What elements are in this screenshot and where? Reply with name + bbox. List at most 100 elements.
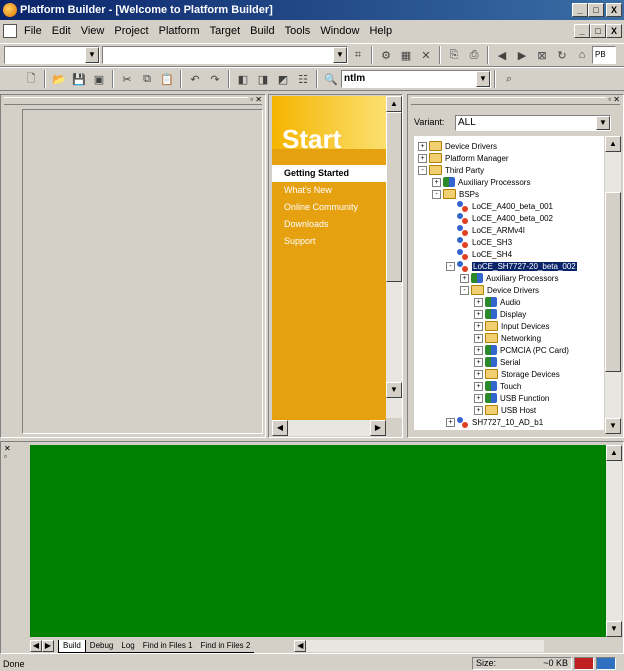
tree-node[interactable]: LoCE_A400_beta_002 <box>446 212 553 224</box>
scroll-right-button[interactable]: ▶ <box>370 420 386 436</box>
expand-icon[interactable]: + <box>446 417 455 427</box>
start-link-getting-started[interactable]: Getting Started <box>272 165 386 182</box>
expand-icon[interactable]: + <box>474 345 483 355</box>
tree-node[interactable]: + Serial <box>474 356 520 368</box>
tab-log[interactable]: Log <box>117 640 139 653</box>
build-icon[interactable]: ⌗ <box>349 46 367 64</box>
output-hscrollbar[interactable]: ◀ <box>294 640 545 652</box>
start-hscrollbar[interactable]: ◀ ▶ <box>272 420 386 436</box>
output-scroll-left-button[interactable]: ◀ <box>294 640 307 652</box>
mdi-close-button[interactable]: X <box>606 24 622 38</box>
tree-node[interactable]: + Audio <box>474 296 520 308</box>
menu-project[interactable]: Project <box>109 25 153 37</box>
open-folder-icon[interactable]: 📂 <box>50 70 68 88</box>
pb-combo[interactable]: PB De <box>592 46 616 64</box>
menu-view[interactable]: View <box>76 25 110 37</box>
expand-icon[interactable]: + <box>474 393 483 403</box>
minimize-button[interactable]: _ <box>572 3 588 17</box>
catalog-pane-controls[interactable]: ▫ ✕ <box>606 95 620 104</box>
configuration-combo[interactable]: ▼ <box>4 46 100 64</box>
document-icon[interactable] <box>3 24 17 38</box>
tree-node[interactable]: + Touch <box>474 380 521 392</box>
tab-find-in-files-1[interactable]: Find in Files 1 <box>138 640 197 653</box>
tree-node[interactable]: - Third Party <box>418 164 484 176</box>
tree-node[interactable]: - LoCE_SH7727-20_beta_002 <box>446 260 577 272</box>
expand-icon[interactable]: + <box>474 321 483 331</box>
refresh-icon[interactable]: ↻ <box>553 46 571 64</box>
variant-combo[interactable]: ALL ▼ <box>455 115 611 131</box>
expand-icon[interactable]: + <box>474 357 483 367</box>
paste-icon[interactable]: 📋 <box>158 70 176 88</box>
catalog-scrollbar[interactable]: ▲ ▼ <box>605 136 621 434</box>
menu-file[interactable]: File <box>19 25 47 37</box>
left-pane-controls[interactable]: ▫ ✕ <box>248 95 262 104</box>
collapse-icon[interactable]: - <box>432 189 441 199</box>
tree-node[interactable]: + Auxiliary Processors <box>460 272 558 284</box>
attach-icon[interactable]: ⎙ <box>465 46 483 64</box>
tree-node[interactable]: + USB Host <box>474 404 536 416</box>
tree-node[interactable]: LoCE_SH3 <box>446 236 512 248</box>
redo-icon[interactable]: ↷ <box>206 70 224 88</box>
start-link-downloads[interactable]: Downloads <box>272 216 386 233</box>
tree-node[interactable]: - Device Drivers <box>460 284 539 296</box>
scroll-left-button[interactable]: ◀ <box>272 420 288 436</box>
mdi-minimize-button[interactable]: _ <box>574 24 590 38</box>
expand-icon[interactable]: + <box>474 381 483 391</box>
output-scroll-up-button[interactable]: ▲ <box>606 445 622 461</box>
tab-scroll-right[interactable]: ▶ <box>42 640 54 652</box>
find-icon[interactable]: ⌕ <box>500 70 518 88</box>
tree-node[interactable]: LoCE_SH4 <box>446 248 512 260</box>
tree-node[interactable]: + Networking <box>474 332 541 344</box>
scroll-thumb[interactable] <box>386 112 402 282</box>
collapse-icon[interactable]: - <box>446 261 455 271</box>
tree-scroll-up-button[interactable]: ▲ <box>605 136 621 152</box>
tree-node[interactable]: + Device Drivers <box>418 140 497 152</box>
output-grip[interactable]: ✕ ▫ <box>4 445 16 465</box>
menu-tools[interactable]: Tools <box>280 25 316 37</box>
tree-node[interactable]: + Display <box>474 308 526 320</box>
tree-node[interactable]: + PCMCIA (PC Card) <box>474 344 569 356</box>
menu-build[interactable]: Build <box>245 25 279 37</box>
tree-node[interactable]: + SH7727_10_AD_b1 <box>446 416 543 428</box>
maximize-button[interactable]: □ <box>588 3 604 17</box>
expand-icon[interactable]: + <box>474 333 483 343</box>
find-in-files-icon[interactable]: 🔍 <box>322 70 340 88</box>
wide-combo[interactable]: ▼ <box>102 46 348 64</box>
expand-icon[interactable]: + <box>432 177 441 187</box>
new-file-icon[interactable]: 🗋 <box>22 70 40 88</box>
catalog-icon[interactable]: ☷ <box>294 70 312 88</box>
tree-node[interactable]: - BSPs <box>432 188 479 200</box>
tree-node[interactable]: LoCE_A400_beta_001 <box>446 200 553 212</box>
home-icon[interactable]: ⌂ <box>573 46 591 64</box>
expand-icon[interactable]: + <box>474 405 483 415</box>
copy-icon[interactable]: ⎘ <box>445 46 463 64</box>
settings-icon[interactable]: ⚙ <box>377 46 395 64</box>
back-icon[interactable]: ◀ <box>493 46 511 64</box>
scroll-up-button[interactable]: ▲ <box>386 96 402 112</box>
table-icon[interactable]: ▦ <box>397 46 415 64</box>
window-list-icon[interactable]: ◩ <box>274 70 292 88</box>
scroll-down-button[interactable]: ▼ <box>386 382 402 398</box>
output-scroll-down-button[interactable]: ▼ <box>606 621 622 637</box>
tab-build[interactable]: Build <box>58 639 86 653</box>
close-button[interactable]: X <box>606 3 622 17</box>
find-combo[interactable]: ntlm ▼ <box>341 70 491 88</box>
expand-icon[interactable]: + <box>474 369 483 379</box>
start-link-online-community[interactable]: Online Community <box>272 199 386 216</box>
menu-window[interactable]: Window <box>315 25 364 37</box>
tree-scroll-down-button[interactable]: ▼ <box>605 418 621 434</box>
save-icon[interactable]: 💾 <box>70 70 88 88</box>
tree-node[interactable]: + Storage Devices <box>474 368 560 380</box>
tab-debug[interactable]: Debug <box>85 640 118 653</box>
menu-edit[interactable]: Edit <box>47 25 76 37</box>
start-scrollbar[interactable]: ▲ ▼ <box>386 96 402 418</box>
tree-node[interactable]: + Input Devices <box>474 320 549 332</box>
tab-find-in-files-2[interactable]: Find in Files 2 <box>196 640 255 653</box>
collapse-icon[interactable]: - <box>418 165 427 175</box>
menu-platform[interactable]: Platform <box>154 25 205 37</box>
close-icon[interactable]: ✕ <box>417 46 435 64</box>
output-icon[interactable]: ◨ <box>254 70 272 88</box>
tree-node[interactable]: + Platform Manager <box>418 152 509 164</box>
tab-scroll-left[interactable]: ◀ <box>30 640 42 652</box>
stop-icon[interactable]: ⊠ <box>533 46 551 64</box>
